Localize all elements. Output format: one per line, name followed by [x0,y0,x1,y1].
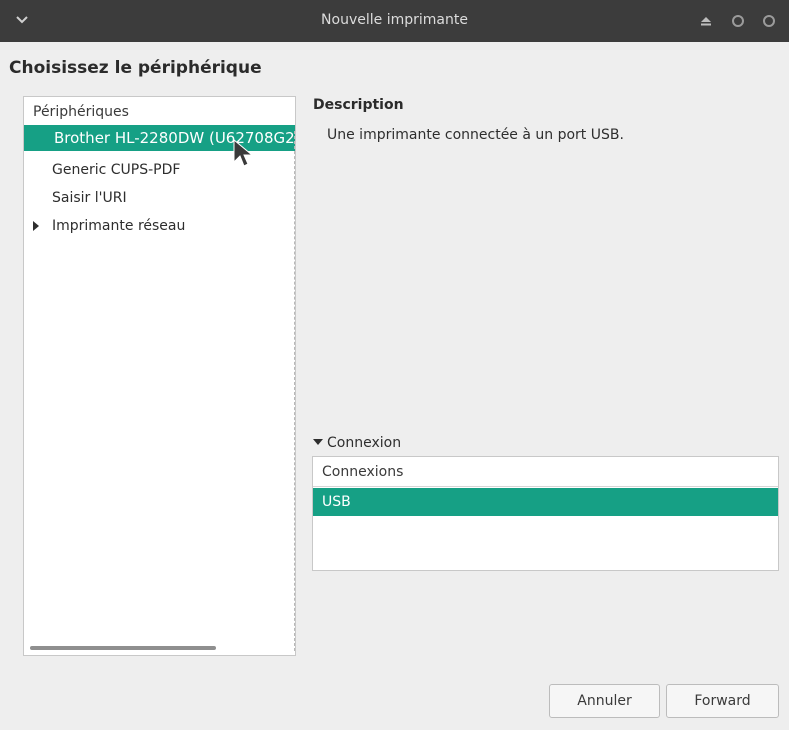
window-titlebar: Nouvelle imprimante [0,0,789,42]
device-item-label: Generic CUPS-PDF [52,162,181,178]
cancel-button[interactable]: Annuler [549,684,660,718]
connections-list[interactable]: Connexions USB [312,456,779,571]
description-heading: Description [313,97,404,113]
device-item-label: Imprimante réseau [52,218,186,234]
device-item-network-printer[interactable]: Imprimante réseau [24,213,295,239]
device-item-cups-pdf[interactable]: Generic CUPS-PDF [24,157,295,183]
circle-maximize-icon[interactable] [763,15,775,27]
connection-expander[interactable]: Connexion [313,435,401,451]
devices-column-header: Périphériques [33,104,129,120]
device-item-label: Saisir l'URI [52,190,127,206]
mouse-cursor-icon [233,138,253,167]
device-item-uri[interactable]: Saisir l'URI [24,185,295,211]
device-item-brother[interactable]: Brother HL-2280DW (U62708G2 [24,125,295,151]
devices-list[interactable]: Périphériques Brother HL-2280DW (U62708G… [23,96,296,656]
connection-row-usb[interactable]: USB [313,488,778,516]
connections-column-header: Connexions [313,457,778,487]
connection-expander-label: Connexion [327,435,402,451]
eject-icon[interactable] [700,15,712,27]
forward-button[interactable]: Forward [666,684,779,718]
device-item-label: Brother HL-2280DW (U62708G2 [54,129,295,147]
page-title: Choisissez le périphérique [9,58,262,78]
horizontal-scrollbar[interactable] [30,646,216,650]
window-title: Nouvelle imprimante [321,12,468,28]
expand-arrow-icon [313,438,323,445]
column-divider [294,131,295,651]
expand-arrow-icon[interactable] [33,221,39,231]
description-text: Une imprimante connectée à un port USB. [327,127,624,143]
circle-minimize-icon[interactable] [732,15,744,27]
